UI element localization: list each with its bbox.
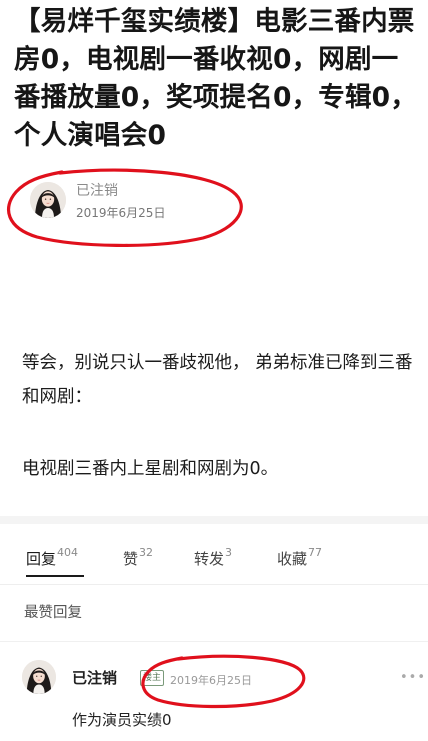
post-title: 【易烊千玺实绩楼】电影三番内票房0，电视剧一番收视0，网剧一番播放量0，奖项提名… [14,6,418,151]
active-tab-indicator [26,575,84,577]
reply-author-name[interactable]: 已注销 [72,667,117,688]
tabs-divider [0,584,428,585]
author-avatar[interactable] [30,182,66,218]
post-page: 【易烊千玺实绩楼】电影三番内票房0，电视剧一番收视0，网剧一番播放量0，奖项提名… [0,0,428,741]
op-badge: 楼主 [140,670,165,686]
tab-favorites-count: 77 [308,546,323,559]
tab-replies[interactable]: 回复404 [26,546,79,588]
tab-likes-label: 赞 [123,550,139,568]
tab-likes-count: 32 [139,546,154,559]
post-paragraph-1: 等会，别说只认一番歧视他， 弟弟标准已降到三番和网剧： [22,353,413,407]
section-separator [0,516,428,524]
interaction-tabs: 回复404 赞32 转发3 收藏77 [0,540,428,580]
avatar-photo-icon [30,182,66,218]
tab-favorites-label: 收藏 [277,550,308,568]
reply-divider [0,641,428,642]
post-date: 2019年6月25日 [76,206,166,220]
tab-reposts-label: 转发 [194,550,225,568]
tab-replies-label: 回复 [26,550,57,568]
tab-reposts[interactable]: 转发3 [194,546,233,588]
tab-favorites[interactable]: 收藏77 [277,546,323,588]
reply-author-avatar[interactable] [22,660,56,694]
tab-replies-count: 404 [57,546,79,559]
post-paragraph-2: 电视剧三番内上星剧和网剧为0。 [22,459,279,479]
top-replies-heading: 最赞回复 [24,605,82,621]
reply-item: 已注销 楼主 2019年6月25日 ••• 作为演员实绩0 [18,656,425,741]
more-dots-icon[interactable]: ••• [400,670,426,685]
reply-text: 作为演员实绩0 [72,711,172,729]
reply-date: 2019年6月25日 [170,674,252,687]
tab-likes[interactable]: 赞32 [123,546,154,588]
author-name[interactable]: 已注销 [76,180,118,200]
tab-reposts-count: 3 [225,546,233,559]
avatar-photo-icon [22,660,56,694]
